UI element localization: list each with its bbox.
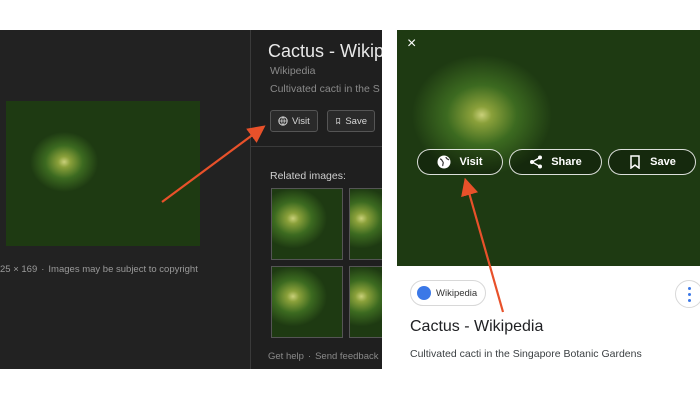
related-image-thumbnail[interactable]	[349, 266, 382, 338]
save-label: Save	[345, 115, 367, 127]
related-images-heading: Related images:	[270, 170, 346, 182]
image-dimensions: 25 × 169	[0, 264, 38, 275]
panel-divider	[250, 30, 251, 369]
related-image-thumbnail[interactable]	[271, 188, 343, 260]
cactus-preview-image[interactable]	[6, 101, 200, 246]
share-button[interactable]: Share	[509, 149, 602, 175]
globe-icon	[437, 155, 451, 169]
visit-button[interactable]: Visit	[270, 110, 318, 132]
save-label: Save	[650, 156, 676, 168]
bookmark-icon	[630, 155, 640, 169]
related-image-thumbnail[interactable]	[271, 266, 343, 338]
result-description: Cultivated cacti in the Singapore Botani…	[410, 348, 642, 360]
get-help-link[interactable]: Get help	[268, 351, 304, 362]
send-feedback-link[interactable]: Send feedback	[315, 351, 378, 362]
save-button[interactable]: Save	[327, 110, 375, 132]
cactus-hero-image[interactable]: × Visit Share Save	[397, 30, 700, 266]
share-icon	[530, 155, 543, 169]
visit-label: Visit	[292, 115, 310, 127]
mobile-image-viewer: × Visit Share Save Wikipedia Cactus - Wi…	[397, 30, 700, 375]
desktop-image-viewer: 25 × 169 · Images may be subject to copyri…	[0, 30, 382, 369]
result-source: Wikipedia	[270, 65, 316, 77]
share-label: Share	[551, 156, 582, 168]
visit-button[interactable]: Visit	[417, 149, 503, 175]
close-icon[interactable]: ×	[407, 36, 416, 52]
copyright-notice: Images may be subject to copyright	[48, 264, 198, 275]
footer-links: Get help · Send feedback	[268, 351, 379, 362]
section-divider	[251, 146, 382, 147]
result-title[interactable]: Cactus - Wikipedia	[410, 318, 543, 336]
save-button[interactable]: Save	[608, 149, 696, 175]
result-description: Cultivated cacti in the S	[270, 83, 380, 95]
globe-icon	[278, 116, 288, 126]
more-vert-icon	[687, 285, 691, 303]
related-image-thumbnail[interactable]	[349, 188, 382, 260]
more-options-button[interactable]	[675, 280, 700, 308]
desktop-main-area: 25 × 169 · Images may be subject to copyri…	[0, 30, 250, 369]
result-title[interactable]: Cactus - Wikip	[268, 41, 382, 62]
globe-icon	[417, 286, 431, 300]
bookmark-icon	[336, 118, 341, 125]
visit-label: Visit	[459, 156, 483, 168]
image-caption: 25 × 169 · Images may be subject to copyri…	[0, 264, 198, 275]
source-chip-label: Wikipedia	[436, 287, 478, 299]
source-chip[interactable]: Wikipedia	[410, 280, 486, 306]
